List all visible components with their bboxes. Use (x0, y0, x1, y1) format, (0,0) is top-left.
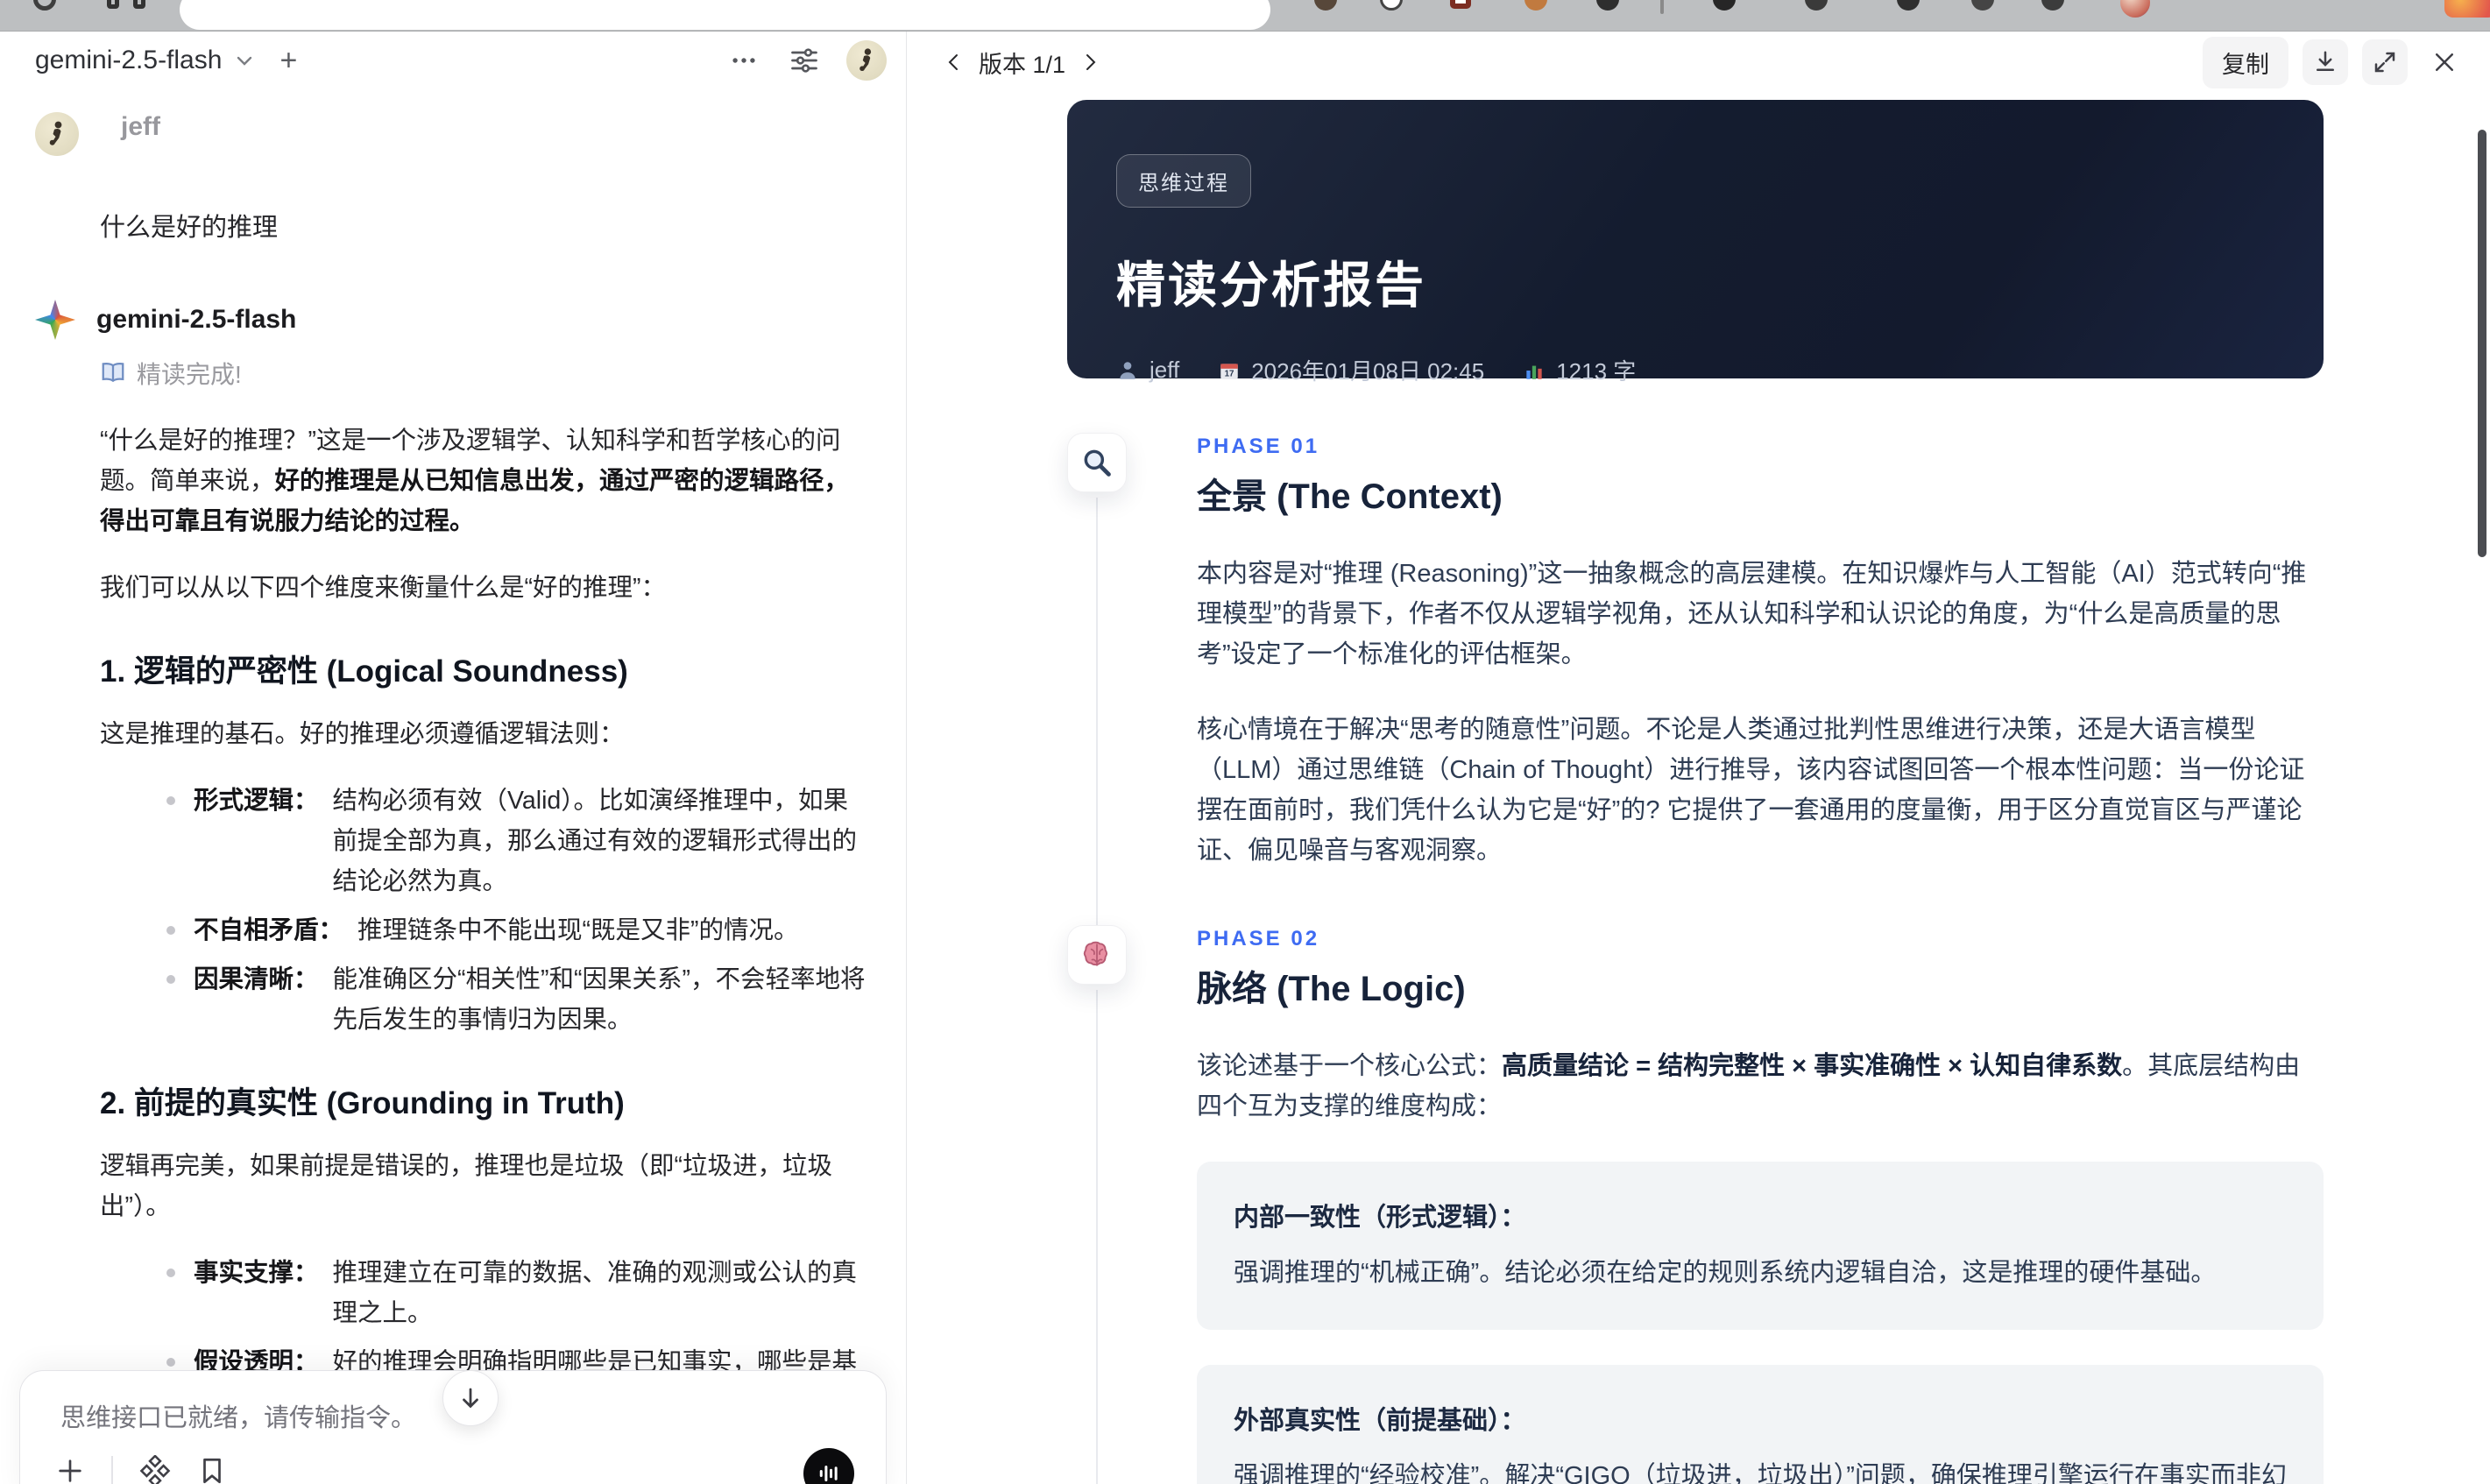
arrow-down-icon (463, 1388, 478, 1409)
card-text: 强调推理的“经验校准”。解决“GIGO（垃圾进，垃圾出）”问题，确保推理引擎运行… (1234, 1462, 2287, 1484)
grid-icon[interactable] (133, 0, 145, 9)
extension-icon[interactable] (1971, 0, 1994, 11)
download-icon (2317, 51, 2334, 71)
section-desc: 这是推理的基石。好的推理必须遵循逻辑法则： (100, 720, 625, 748)
hero-badge: 思维过程 (1116, 154, 1251, 208)
svg-text:17: 17 (1225, 369, 1234, 378)
extension-icon[interactable] (1897, 0, 1920, 11)
phase-title: 脉络 (The Logic) (1197, 970, 1466, 1008)
report-title: 精读分析报告 (1116, 258, 1426, 313)
phase-label: PHASE 01 (1197, 435, 1320, 458)
card-title: 内部一致性（形式逻辑）： (1234, 1204, 1526, 1232)
new-chat-button[interactable]: + (279, 44, 297, 78)
copy-button[interactable]: 复制 (2203, 36, 2288, 88)
browser-toolbar (0, 0, 2490, 32)
browser-menu-icon[interactable] (2444, 0, 2490, 18)
dimension-card: 外部真实性（前提基础）： 强调推理的“经验校准”。解决“GIGO（垃圾进，垃圾出… (1197, 1365, 2324, 1484)
extension-icon[interactable] (1314, 0, 1337, 11)
phase-section: PHASE 01 全景 (The Context) 本内容是对“推理 (Reas… (1067, 433, 2324, 925)
brain-icon (1067, 925, 1127, 985)
assistant-name: gemini-2.5-flash (96, 305, 297, 334)
paragraph: 本内容是对“推理 (Reasoning)”这一抽象概念的高层建模。在知识爆炸与人… (1197, 560, 2307, 668)
artifact-panel: 版本 1/1 复制 思维过程 精读分析报告 jeff 17 2026年01月08… (907, 32, 2490, 1484)
next-version-icon[interactable] (1079, 52, 1100, 73)
toolbar-divider (1660, 0, 1664, 14)
address-bar[interactable] (180, 0, 1270, 30)
profile-avatar[interactable] (2120, 0, 2150, 18)
section-title: 1. 逻辑的严密性 (Logical Soundness) (100, 654, 628, 689)
user-avatar[interactable] (846, 40, 887, 81)
expand-icon (2374, 52, 2395, 73)
phase-label: PHASE 02 (1197, 927, 1320, 950)
report-page: 思维过程 精读分析报告 jeff 17 2026年01月08日 02:45 12… (1067, 100, 2324, 1484)
paragraph: 我们可以从以下四个维度来衡量什么是“好的推理”： (100, 574, 666, 602)
close-button[interactable] (2422, 39, 2467, 85)
artifact-header: 版本 1/1 复制 (907, 32, 2490, 93)
model-selector[interactable]: gemini-2.5-flash (35, 46, 222, 75)
attach-plus-icon[interactable] (55, 1456, 85, 1484)
close-icon (2436, 53, 2453, 71)
extension-icon[interactable] (1596, 0, 1619, 11)
expand-button[interactable] (2362, 39, 2408, 85)
more-options-icon[interactable] (729, 46, 759, 75)
extension-icon[interactable] (1524, 0, 1547, 11)
card-title: 外部真实性（前提基础）： (1234, 1407, 1526, 1435)
version-label: 版本 1/1 (979, 51, 1066, 78)
card-text: 强调推理的“机械正确”。结论必须在给定的规则系统内逻辑自洽，这是推理的硬件基础。 (1234, 1259, 2217, 1287)
user-message-text: 什么是好的推理 (100, 214, 279, 242)
chevron-down-icon[interactable] (234, 50, 255, 71)
reload-icon[interactable] (33, 0, 56, 11)
bar-chart-icon (1526, 365, 1542, 379)
section-desc: 逻辑再完美，如果前提是错误的，推理也是垃圾（即“垃圾进，垃圾出”）。 (100, 1152, 832, 1220)
gemini-logo-icon (35, 300, 75, 340)
extension-icon[interactable] (1450, 0, 1471, 9)
user-name: jeff (121, 112, 160, 141)
assistant-header: gemini-2.5-flash (35, 300, 873, 340)
paragraph: 核心情境在于解决“思考的随意性”问题。不论是人类通过批判性思维进行决策，还是大语… (1197, 716, 2305, 865)
section-title: 2. 前提的真实性 (Grounding in Truth) (100, 1086, 625, 1120)
user-avatar (35, 112, 79, 156)
extension-icon[interactable] (1380, 0, 1403, 11)
extension-icon[interactable] (2041, 0, 2064, 11)
prev-version-icon[interactable] (944, 52, 965, 73)
chat-message-list: jeff 什么是好的推理 gemini-2.5-flash 精读完成! “什么是… (0, 89, 906, 1484)
sliders-settings-icon[interactable] (789, 45, 820, 76)
waveform-icon (819, 1466, 838, 1481)
date-meta: 17 2026年01月08日 02:45 (1218, 354, 1484, 386)
list-item: 不自相矛盾： 推理链条中不能出现“既是又非”的情况。 (100, 910, 873, 950)
voice-input-button[interactable] (803, 1448, 854, 1484)
list-item: 因果清晰： 能准确区分“相关性”和“因果关系”，不会轻率地将先后发生的事情归为因果… (100, 959, 873, 1040)
extension-icon[interactable] (1805, 0, 1828, 11)
grid-icon[interactable] (107, 0, 119, 9)
author-meta: jeff (1116, 357, 1179, 384)
open-book-icon (100, 360, 126, 386)
extension-icon[interactable] (1713, 0, 1736, 11)
scroll-to-bottom-button[interactable] (442, 1370, 499, 1426)
assistant-message: “什么是好的推理？”这是一个涉及逻辑学、认知科学和哲学核心的问题。简单来说，好的… (100, 420, 873, 1484)
paragraph: “什么是好的推理？”这是一个涉及逻辑学、认知科学和哲学核心的问题。简单来说，好的… (100, 427, 850, 535)
chat-panel: gemini-2.5-flash + jeff 什么是好的推理 gemini-2… (0, 32, 907, 1484)
bookmark-icon[interactable] (197, 1456, 227, 1484)
status-text: 精读完成! (137, 361, 242, 388)
user-message: jeff (35, 112, 873, 156)
list-item: 形式逻辑： 结构必须有效（Valid）。比如演绎推理中，如果前提全部为真，那么通过… (100, 781, 873, 901)
chat-header: gemini-2.5-flash + (0, 32, 906, 89)
person-icon (1120, 361, 1135, 379)
skills-diamonds-icon[interactable] (139, 1455, 171, 1484)
magnifier-icon (1067, 433, 1127, 492)
toolbar-divider (111, 1456, 113, 1484)
word-count-meta: 1213 字 (1523, 354, 1636, 386)
report-hero: 思维过程 精读分析报告 jeff 17 2026年01月08日 02:45 12… (1067, 100, 2324, 385)
dimension-card: 内部一致性（形式逻辑）： 强调推理的“机械正确”。结论必须在给定的规则系统内逻辑… (1197, 1162, 2324, 1330)
phase-title: 全景 (The Context) (1197, 477, 1503, 516)
calendar-icon: 17 (1220, 363, 1238, 379)
status-line: 精读完成! (100, 356, 873, 391)
scrollbar[interactable] (2478, 130, 2486, 557)
paragraph: 该论述基于一个核心公式：高质量结论 = 结构完整性 × 事实准确性 × 认知自律… (1197, 1052, 2301, 1120)
download-button[interactable] (2303, 39, 2348, 85)
phase-section: PHASE 02 脉络 (The Logic) 该论述基于一个核心公式：高质量结… (1067, 925, 2324, 1484)
list-item: 事实支撑： 推理建立在可靠的数据、准确的观测或公认的真理之上。 (100, 1253, 873, 1333)
